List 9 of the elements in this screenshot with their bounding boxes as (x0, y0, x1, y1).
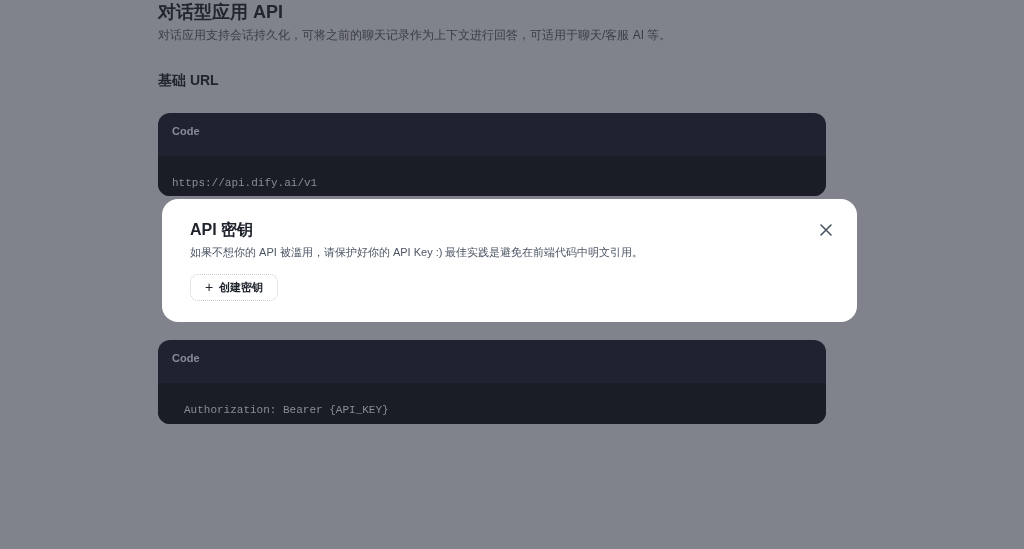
section-heading: 基础 URL (158, 71, 220, 90)
dialog-title: API 密钥 (190, 220, 254, 240)
code-label: Code (171, 351, 201, 366)
close-icon[interactable] (820, 224, 832, 236)
code-label: Code (171, 124, 201, 139)
dialog-description: 如果不想你的 API 被滥用，请保护好你的 API Key :) 最佳实践是避免在前端代码中明文引用。 (190, 245, 644, 260)
code-text: Authorization: Bearer {API_KEY} (184, 404, 389, 416)
page-title: 对话型应用 API (158, 1, 284, 23)
code-text: https://api.dify.ai/v1 (172, 177, 318, 189)
